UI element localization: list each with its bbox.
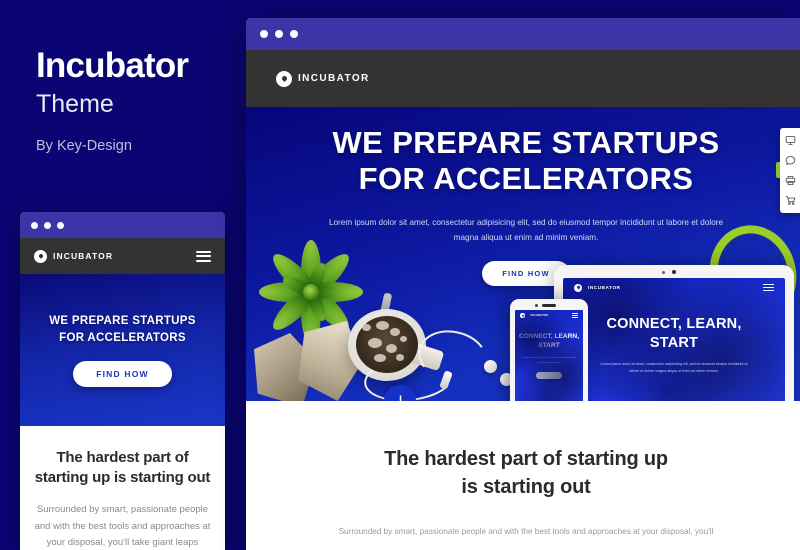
tablet-title-line-2: START xyxy=(649,334,699,351)
mobile-content-section: The hardest part of starting up is start… xyxy=(20,426,225,550)
printer-icon xyxy=(785,175,795,186)
mobile-section-heading: The hardest part of starting up is start… xyxy=(34,449,211,486)
phone-screen: INCUBATOR CONNECT, LEARN, START Lorem ip… xyxy=(515,310,583,401)
shopping-cart-icon xyxy=(785,196,795,205)
section-heading-line-1: The hardest part of starting up xyxy=(384,448,668,470)
hero-title: WE PREPARE STARTUPS FOR ACCELERATORS xyxy=(246,125,800,197)
section-paragraph: Surrounded by smart, passionate people a… xyxy=(338,526,714,536)
title-block: Incubator Theme By Key-Design xyxy=(36,46,236,155)
section-heading: The hardest part of starting up is start… xyxy=(306,445,746,502)
floating-side-toolbar xyxy=(776,128,800,213)
desktop-content-section: The hardest part of starting up is start… xyxy=(246,401,800,541)
left-info-panel: Incubator Theme By Key-Design INCUBATOR … xyxy=(0,0,240,550)
mobile-hero-title-line-1: WE PREPARE STARTUPS xyxy=(49,315,196,328)
desktop-logo-text: INCUBATOR xyxy=(298,73,370,84)
mobile-section-paragraph: Surrounded by smart, passionate people a… xyxy=(34,503,211,549)
hero-copy: WE PREPARE STARTUPS FOR ACCELERATORS Lor… xyxy=(246,125,800,287)
monitor-icon xyxy=(785,136,795,145)
section-heading-line-2: is starting out xyxy=(461,476,591,499)
mobile-logo[interactable]: INCUBATOR xyxy=(34,249,114,263)
phone-logo-text: INCUBATOR xyxy=(530,314,549,317)
mobile-hero-title: WE PREPARE STARTUPS FOR ACCELERATORS xyxy=(49,313,195,346)
tablet-title-line-1: CONNECT, LEARN, xyxy=(606,316,742,332)
chat-bubble-icon xyxy=(785,155,795,165)
hero-paragraph: Lorem ipsum dolor sit amet, consectetur … xyxy=(328,217,724,243)
window-dot-minimize[interactable] xyxy=(275,30,283,38)
hamburger-menu-icon[interactable] xyxy=(196,250,211,262)
phone-logo: INCUBATOR xyxy=(520,313,549,318)
mobile-find-how-button[interactable]: FIND HOW xyxy=(73,360,172,387)
toolbar-tab-handle[interactable] xyxy=(776,162,780,178)
earbud-decoration xyxy=(484,360,497,373)
tablet-screen-hero: CONNECT, LEARN, START Lorem ipsum dolor … xyxy=(563,297,785,375)
tablet-logo: INCUBATOR xyxy=(574,283,621,292)
window-dot-close[interactable] xyxy=(31,221,38,229)
tablet-screen: INCUBATOR CONNECT, LEARN, START Lorem ip… xyxy=(563,278,785,401)
mobile-titlebar xyxy=(20,212,225,238)
hero-title-line-1: WE PREPARE STARTUPS xyxy=(332,125,720,160)
monitor-icon-button[interactable] xyxy=(781,132,799,149)
chat-bubble-icon-button[interactable] xyxy=(781,152,799,169)
page-author: By Key-Design xyxy=(36,138,132,155)
hero-title-line-2: FOR ACCELERATORS xyxy=(358,160,694,196)
incubator-logo-icon xyxy=(34,249,47,263)
window-dot-minimize[interactable] xyxy=(44,221,51,229)
desktop-browser-mockup: INCUBATOR WE PREPARE STARTUPS FOR ACCELE… xyxy=(246,18,800,550)
mobile-hero: WE PREPARE STARTUPS FOR ACCELERATORS FIN… xyxy=(20,274,225,426)
window-dot-maximize[interactable] xyxy=(57,221,64,229)
window-dot-maximize[interactable] xyxy=(290,30,298,38)
page-title: Incubator xyxy=(36,46,189,85)
desktop-titlebar xyxy=(246,18,800,50)
page-subtitle: Theme xyxy=(36,89,114,118)
hamburger-menu-icon[interactable] xyxy=(763,283,774,292)
mobile-browser-mockup: INCUBATOR WE PREPARE STARTUPS FOR ACCELE… xyxy=(20,212,225,550)
mobile-hero-title-line-2: FOR ACCELERATORS xyxy=(59,332,186,344)
incubator-logo-icon xyxy=(574,283,582,292)
desktop-hero: WE PREPARE STARTUPS FOR ACCELERATORS Lor… xyxy=(246,107,800,401)
tablet-screen-paragraph: Lorem ipsum dolor sit amet, consectetur … xyxy=(600,362,748,374)
tablet-screen-title: CONNECT, LEARN, START xyxy=(563,315,785,352)
desktop-logo[interactable]: INCUBATOR xyxy=(276,70,370,87)
tablet-logo-text: INCUBATOR xyxy=(588,285,621,290)
mobile-site-nav: INCUBATOR xyxy=(20,238,225,274)
arrow-down-icon xyxy=(395,394,405,401)
incubator-logo-icon xyxy=(276,70,292,87)
printer-icon-button[interactable] xyxy=(781,172,799,189)
mobile-logo-text: INCUBATOR xyxy=(53,251,114,261)
desktop-site-nav: INCUBATOR xyxy=(246,50,800,107)
phone-site-nav: INCUBATOR xyxy=(515,310,583,321)
tablet-site-nav: INCUBATOR xyxy=(563,278,785,297)
window-dot-close[interactable] xyxy=(260,30,268,38)
shopping-cart-icon-button[interactable] xyxy=(781,192,799,209)
phone-screen-photo xyxy=(515,310,583,401)
tablet-device-mockup: INCUBATOR CONNECT, LEARN, START Lorem ip… xyxy=(554,265,794,401)
phone-device-mockup: INCUBATOR CONNECT, LEARN, START Lorem ip… xyxy=(510,299,588,401)
hamburger-menu-icon[interactable] xyxy=(572,313,578,318)
incubator-logo-icon xyxy=(520,313,525,318)
